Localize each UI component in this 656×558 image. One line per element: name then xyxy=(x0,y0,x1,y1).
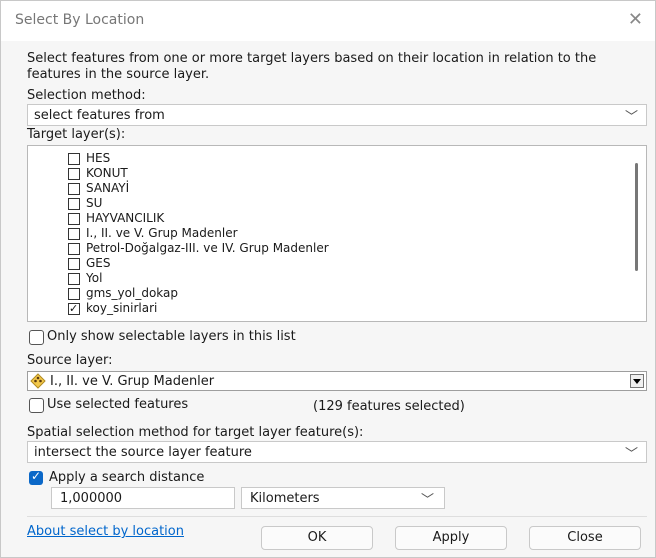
layer-checkbox[interactable] xyxy=(68,273,80,285)
layer-name: HES xyxy=(86,151,111,165)
search-distance-label: Apply a search distance xyxy=(49,470,205,485)
layer-checkbox[interactable] xyxy=(68,243,80,255)
layer-checkbox[interactable] xyxy=(68,183,80,195)
source-layer-label: Source layer: xyxy=(27,353,113,368)
about-link[interactable]: About select by location xyxy=(27,524,184,539)
selection-method-value: select features from xyxy=(34,108,165,123)
chevron-down-icon: ﹀ xyxy=(624,110,638,125)
selection-method-dropdown[interactable]: select features from ﹀ xyxy=(27,104,647,126)
description-text: Select features from one or more target … xyxy=(27,51,597,82)
chevron-down-icon: ﹀ xyxy=(420,493,434,508)
spatial-method-value: intersect the source layer feature xyxy=(34,445,252,460)
layer-checkbox[interactable] xyxy=(68,213,80,225)
dropdown-arrow-icon[interactable] xyxy=(630,374,644,388)
layer-name: SANAYİ xyxy=(86,181,130,195)
title-bar: Select By Location ✕ xyxy=(1,1,655,41)
layer-checkbox[interactable] xyxy=(68,258,80,270)
close-button[interactable]: Close xyxy=(529,526,641,550)
use-selected-label: Use selected features xyxy=(47,397,189,412)
layer-checkbox[interactable] xyxy=(68,288,80,300)
selected-count-text: (129 features selected) xyxy=(313,399,465,414)
layer-name: Yol xyxy=(86,271,103,285)
target-layers-list[interactable]: HES KONUT SANAYİ SU HAYVANCILIK I., II. … xyxy=(27,145,647,322)
search-distance-input[interactable]: 1,000000 xyxy=(51,487,235,509)
search-distance-value: 1,000000 xyxy=(60,491,123,506)
layer-checkbox-checked[interactable] xyxy=(68,301,80,316)
layer-checkbox[interactable] xyxy=(68,168,80,180)
ok-button[interactable]: OK xyxy=(261,526,373,550)
layer-name: koy_sinirlari xyxy=(86,301,158,315)
use-selected-checkbox[interactable] xyxy=(29,398,44,413)
layer-name: gms_yol_dokap xyxy=(86,286,179,300)
footer-divider xyxy=(27,516,647,517)
select-by-location-dialog: Select By Location ✕ Select features fro… xyxy=(0,0,656,558)
apply-button[interactable]: Apply xyxy=(395,526,507,550)
distance-unit-value: Kilometers xyxy=(250,491,320,506)
layer-name: HAYVANCILIK xyxy=(86,211,165,225)
layer-name: KONUT xyxy=(86,166,128,180)
dialog-title: Select By Location xyxy=(15,12,145,28)
spatial-method-dropdown[interactable]: intersect the source layer feature ﹀ xyxy=(27,441,647,463)
layer-checkbox[interactable] xyxy=(68,153,80,165)
distance-unit-dropdown[interactable]: Kilometers ﹀ xyxy=(241,487,445,509)
search-distance-checkbox[interactable] xyxy=(29,469,43,485)
layer-name: GES xyxy=(86,256,111,270)
layer-name: Petrol-Doğalgaz-III. ve IV. Grup Madenle… xyxy=(86,241,329,255)
layer-name: SU xyxy=(86,196,103,210)
spatial-method-label: Spatial selection method for target laye… xyxy=(27,425,364,440)
chevron-down-icon: ﹀ xyxy=(624,447,638,462)
layer-name: I., II. ve V. Grup Madenler xyxy=(86,226,238,240)
layer-checkbox[interactable] xyxy=(68,228,80,240)
list-scrollbar[interactable] xyxy=(635,163,638,271)
target-layers-label: Target layer(s): xyxy=(27,127,126,142)
point-layer-icon xyxy=(30,373,46,389)
layer-checkbox[interactable] xyxy=(68,198,80,210)
source-layer-value: I., II. ve V. Grup Madenler xyxy=(50,374,215,389)
selection-method-label: Selection method: xyxy=(27,88,146,103)
only-selectable-checkbox[interactable] xyxy=(29,330,44,345)
close-icon[interactable]: ✕ xyxy=(628,9,643,30)
only-selectable-label: Only show selectable layers in this list xyxy=(47,329,296,344)
source-layer-dropdown[interactable]: I., II. ve V. Grup Madenler xyxy=(27,371,647,391)
